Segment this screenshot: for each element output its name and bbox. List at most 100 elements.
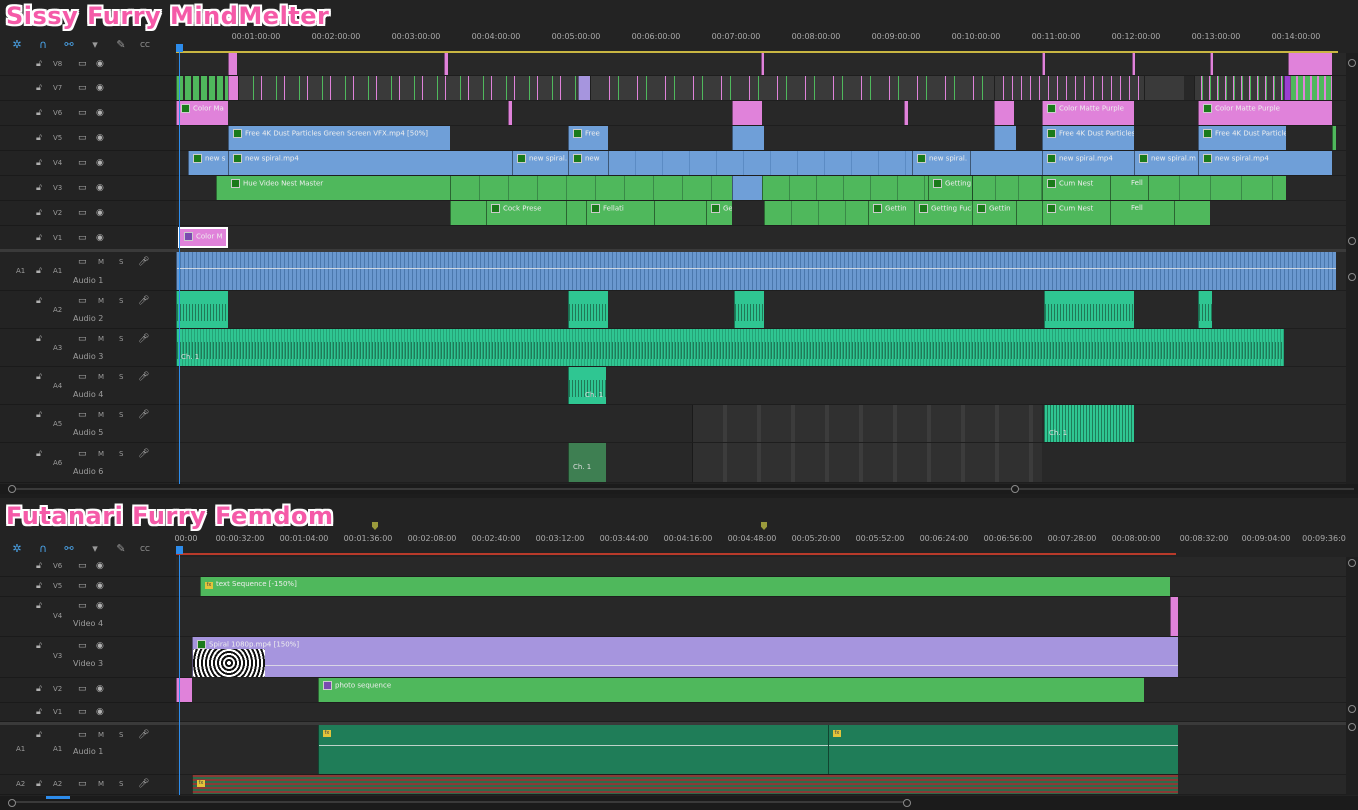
eye-icon[interactable]: ◉	[96, 208, 104, 218]
film-icon[interactable]: ▭	[78, 641, 87, 651]
film-icon[interactable]: ▭	[78, 208, 87, 218]
clip[interactable]	[1288, 53, 1332, 75]
scroll-knob[interactable]	[1348, 273, 1356, 281]
lock-icon[interactable]: 🔓︎	[36, 133, 42, 143]
clip[interactable]	[764, 201, 868, 225]
clip[interactable]: new spiral.	[912, 151, 970, 175]
track-lane[interactable]	[176, 597, 1346, 637]
mic-icon[interactable]: 🎤︎	[138, 296, 149, 306]
clip[interactable]	[176, 76, 228, 100]
lock-icon[interactable]: 🔓︎	[36, 641, 42, 651]
track-lane[interactable]: Color Ma Color Matte Purple Color Matte …	[176, 101, 1346, 126]
mic-icon[interactable]: 🎤︎	[138, 730, 149, 740]
clip[interactable]	[970, 151, 1042, 175]
audio-clip[interactable]	[176, 291, 228, 328]
solo-button[interactable]: S	[119, 335, 123, 343]
film-icon[interactable]: ▭	[78, 561, 87, 571]
horizontal-scrollbar[interactable]	[0, 796, 1358, 810]
track-lane[interactable]: Color M	[176, 226, 1346, 251]
film-icon[interactable]: ▭	[78, 372, 87, 382]
lock-icon[interactable]: 🔓︎	[36, 449, 42, 459]
clip[interactable]	[1194, 76, 1284, 100]
clip[interactable]: new spiral.	[512, 151, 568, 175]
lock-icon[interactable]: 🔓︎	[36, 296, 42, 306]
mic-icon[interactable]: 🎤︎	[138, 372, 149, 382]
time-ruler[interactable]: 00:00 00:00:32:00 00:01:04:00 00:01:36:0…	[174, 534, 1346, 552]
clip[interactable]	[732, 126, 764, 150]
scroll-knob[interactable]	[1348, 705, 1356, 713]
film-icon[interactable]: ▭	[78, 257, 87, 267]
clip[interactable]	[566, 201, 586, 225]
eye-icon[interactable]: ◉	[96, 83, 104, 93]
clip[interactable]	[238, 76, 578, 100]
track-lane[interactable]	[176, 252, 1346, 291]
clip[interactable]: Color Matte Purple	[1042, 101, 1134, 125]
eye-icon[interactable]: ◉	[96, 581, 104, 591]
clip[interactable]	[994, 101, 1014, 125]
track-lane[interactable]: Cock Prese Fellati Gettin Gettin Getting…	[176, 201, 1346, 226]
clip[interactable]: Cum Nest	[1042, 201, 1110, 225]
lock-icon[interactable]: 🔓︎	[36, 266, 42, 276]
audio-clip[interactable]	[1044, 291, 1134, 328]
clip[interactable]: Cum Nest	[1042, 176, 1110, 200]
audio-clip[interactable]	[176, 252, 1336, 290]
scroll-knob[interactable]	[1348, 723, 1356, 731]
clip[interactable]	[508, 101, 512, 125]
sequence-marker[interactable]	[761, 522, 767, 530]
linked-selection-icon[interactable]: ⚯	[62, 38, 76, 52]
clip[interactable]	[732, 101, 762, 125]
marker-icon[interactable]: ▾	[88, 542, 102, 556]
clip[interactable]: Getting Fu	[928, 176, 972, 200]
audio-clip[interactable]	[1198, 291, 1212, 328]
clip[interactable]	[1042, 53, 1045, 75]
marker-icon[interactable]: ▾	[88, 38, 102, 52]
lock-icon[interactable]: 🔓︎	[36, 108, 42, 118]
clip[interactable]: Gettin	[972, 201, 1016, 225]
clip[interactable]: Fellati	[586, 201, 654, 225]
lock-icon[interactable]: 🔓︎	[36, 208, 42, 218]
clip[interactable]	[1290, 76, 1332, 100]
clip[interactable]: new s	[188, 151, 228, 175]
lock-icon[interactable]: 🔓︎	[36, 581, 42, 591]
lock-icon[interactable]: 🔓︎	[36, 59, 42, 69]
clip[interactable]	[1174, 201, 1210, 225]
eye-icon[interactable]: ◉	[96, 158, 104, 168]
mic-icon[interactable]: 🎤︎	[138, 334, 149, 344]
film-icon[interactable]: ▭	[78, 779, 87, 789]
eye-icon[interactable]: ◉	[96, 233, 104, 243]
film-icon[interactable]: ▭	[78, 133, 87, 143]
opacity-rubberband[interactable]	[265, 665, 1178, 666]
eye-icon[interactable]: ◉	[96, 183, 104, 193]
clip[interactable]	[732, 176, 762, 200]
audio-clip[interactable]	[568, 291, 608, 328]
track-lane[interactable]: Spiral 1080p.mp4 [150%]	[176, 637, 1346, 678]
track-lane[interactable]: Ch. 1	[176, 329, 1346, 367]
eye-icon[interactable]: ◉	[96, 133, 104, 143]
lock-icon[interactable]: 🔓︎	[36, 601, 42, 611]
clip[interactable]: Getting Fuck	[914, 201, 972, 225]
film-icon[interactable]: ▭	[78, 730, 87, 740]
clip[interactable]	[228, 53, 237, 75]
clip[interactable]: Color Matte Purple	[1198, 101, 1332, 125]
track-lane[interactable]: new s new spiral.mp4 new spiral. new new…	[176, 151, 1346, 176]
lock-icon[interactable]: 🔓︎	[36, 334, 42, 344]
track-lane[interactable]: photo sequence	[176, 678, 1346, 703]
clip[interactable]	[1210, 53, 1213, 75]
track-lane[interactable]: Ch. 1	[176, 367, 1346, 405]
track-lane[interactable]: fx	[176, 775, 1346, 795]
eye-icon[interactable]: ◉	[96, 59, 104, 69]
audio-clip[interactable]: Ch. 1	[176, 329, 1284, 366]
mic-icon[interactable]: 🎤︎	[138, 410, 149, 420]
audio-clip[interactable]: fx	[192, 775, 1178, 794]
lock-icon[interactable]: 🔓︎	[36, 561, 42, 571]
film-icon[interactable]: ▭	[78, 449, 87, 459]
audio-clip[interactable]: Ch. 1	[568, 443, 606, 482]
eye-icon[interactable]: ◉	[96, 108, 104, 118]
scroll-handle-left[interactable]	[8, 799, 16, 807]
clip[interactable]: Cock Prese	[486, 201, 566, 225]
clip[interactable]: Gettin	[868, 201, 914, 225]
scroll-knob[interactable]	[1348, 59, 1356, 67]
film-icon[interactable]: ▭	[78, 158, 87, 168]
clip[interactable]	[1148, 176, 1286, 200]
linked-selection-icon[interactable]: ⚯	[62, 542, 76, 556]
